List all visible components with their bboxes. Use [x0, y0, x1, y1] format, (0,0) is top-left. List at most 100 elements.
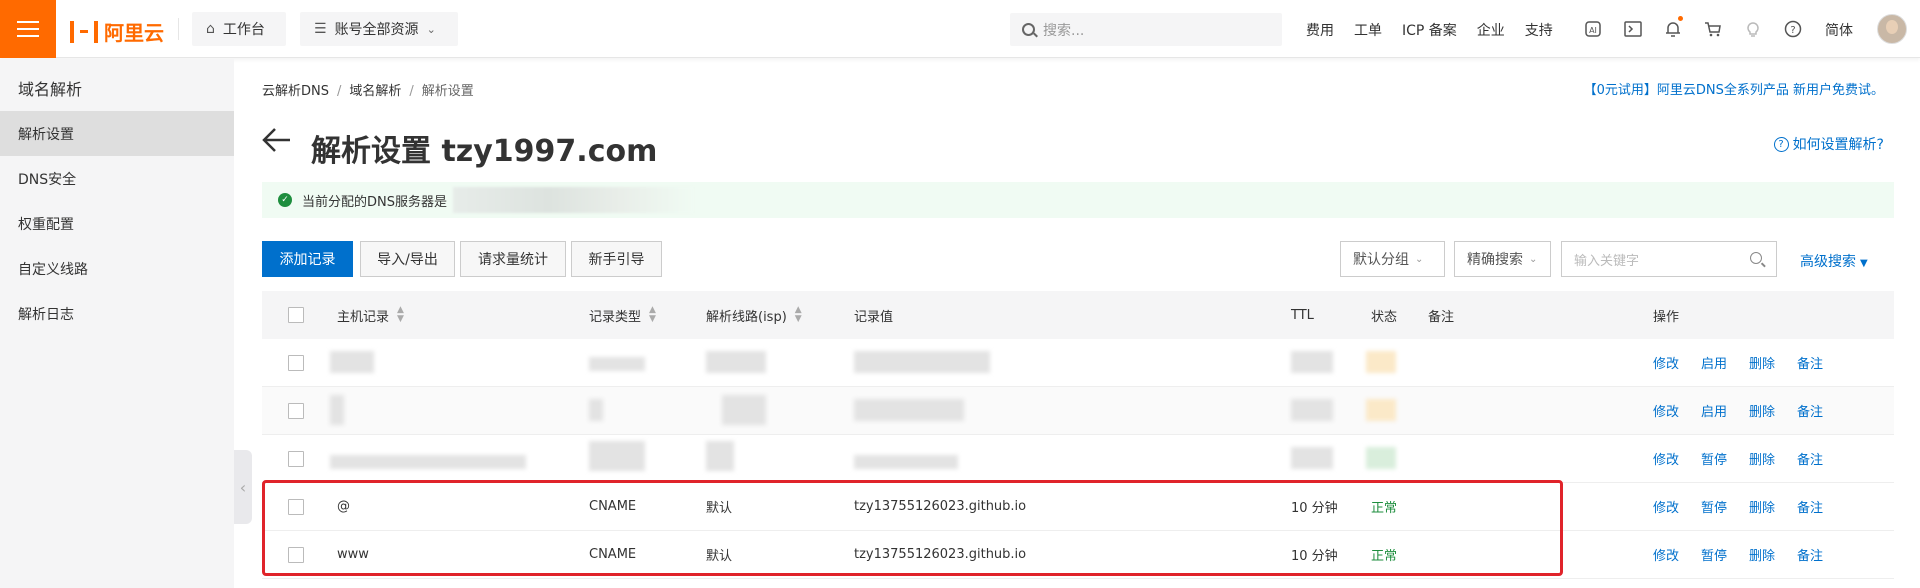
chevron-left-icon: ‹ — [239, 477, 247, 497]
column-header-ops: 操作 — [1653, 291, 1679, 339]
sidebar-item-label: 解析日志 — [18, 306, 74, 323]
add-record-button[interactable]: 添加记录 — [262, 241, 353, 277]
sidebar-collapse-button[interactable]: ‹ — [234, 450, 252, 524]
top-links: 费用 工单 ICP 备案 企业 支持 — [1306, 20, 1573, 40]
help-icon[interactable]: ? — [1782, 18, 1804, 40]
row-checkbox[interactable] — [288, 403, 304, 419]
enable-link[interactable]: 启用 — [1701, 353, 1727, 372]
edit-link[interactable]: 修改 — [1653, 353, 1679, 372]
global-search-input[interactable]: 搜索... — [1010, 13, 1282, 46]
redacted-cell — [1291, 351, 1333, 373]
match-mode-select[interactable]: 精确搜索 ⌄ — [1454, 241, 1551, 277]
workbench-button[interactable]: ⌂ 工作台 — [192, 12, 286, 46]
delete-link[interactable]: 删除 — [1749, 401, 1775, 420]
pause-link[interactable]: 暂停 — [1701, 545, 1727, 564]
row-checkbox[interactable] — [288, 547, 304, 563]
group-select-value: 默认分组 — [1353, 252, 1409, 268]
match-mode-value: 精确搜索 — [1467, 252, 1523, 268]
pause-link[interactable]: 暂停 — [1701, 497, 1727, 516]
breadcrumb-item-cloud-dns[interactable]: 云解析DNS — [262, 84, 329, 99]
lightbulb-icon[interactable] — [1742, 18, 1764, 40]
sidebar-item-weight-config[interactable]: 权重配置 — [0, 201, 234, 246]
terminal-icon[interactable] — [1622, 18, 1644, 40]
cell-ttl: 10 分钟 — [1291, 549, 1338, 564]
link-support[interactable]: 支持 — [1525, 20, 1553, 40]
group-select[interactable]: 默认分组 ⌄ — [1340, 241, 1445, 277]
row-actions: 修改 暂停 删除 备注 — [1653, 435, 1845, 482]
search-icon — [1022, 23, 1035, 36]
breadcrumb-separator: / — [409, 84, 414, 99]
enable-link[interactable]: 启用 — [1701, 401, 1727, 420]
remark-link[interactable]: 备注 — [1797, 497, 1823, 516]
row-checkbox[interactable] — [288, 499, 304, 515]
how-to-resolve-link[interactable]: ? 如何设置解析? — [1773, 134, 1884, 154]
row-checkbox[interactable] — [288, 451, 304, 467]
breadcrumb-separator: / — [337, 84, 342, 99]
aliyun-logo[interactable]: 阿里云 — [70, 17, 164, 46]
column-header-type[interactable]: 记录类型 ▲ ▼ — [589, 291, 656, 339]
sidebar-item-resolve-logs[interactable]: 解析日志 — [0, 291, 234, 336]
table-row: 修改 启用 删除 备注 — [262, 387, 1894, 435]
language-switch[interactable]: 简体 — [1825, 20, 1853, 40]
header-label: 记录类型 — [589, 309, 642, 325]
edit-link[interactable]: 修改 — [1653, 401, 1679, 420]
request-stats-button[interactable]: 请求量统计 — [460, 241, 566, 277]
remark-link[interactable]: 备注 — [1797, 401, 1823, 420]
redacted-cell — [589, 357, 645, 371]
delete-link[interactable]: 删除 — [1749, 497, 1775, 516]
delete-link[interactable]: 删除 — [1749, 545, 1775, 564]
sort-icon: ▲ ▼ — [794, 305, 802, 324]
advanced-search-link[interactable]: 高级搜索 ▼ — [1800, 251, 1868, 271]
link-enterprise[interactable]: 企业 — [1477, 20, 1505, 40]
page-title: 解析设置 tzy1997.com — [311, 134, 658, 169]
select-all-checkbox[interactable] — [288, 307, 304, 323]
bell-icon[interactable] — [1662, 16, 1684, 40]
keyword-placeholder: 输入关键字 — [1574, 253, 1640, 269]
resources-label: 账号全部资源 — [334, 22, 419, 38]
back-arrow-icon[interactable] — [262, 126, 292, 162]
menu-icon[interactable] — [0, 0, 56, 58]
ai-assistant-icon[interactable]: AI — [1582, 18, 1604, 40]
promo-link[interactable]: 【0元试用】阿里云DNS全系列产品 新用户免费试。 — [1584, 79, 1884, 98]
avatar[interactable] — [1877, 14, 1907, 44]
brand-name: 阿里云 — [104, 21, 164, 45]
remark-link[interactable]: 备注 — [1797, 449, 1823, 468]
edit-link[interactable]: 修改 — [1653, 449, 1679, 468]
header-label: TTL — [1291, 307, 1314, 323]
redacted-cell — [722, 395, 766, 425]
edit-link[interactable]: 修改 — [1653, 497, 1679, 516]
remark-link[interactable]: 备注 — [1797, 353, 1823, 372]
caret-down-icon: ▼ — [1860, 258, 1868, 269]
row-checkbox[interactable] — [288, 355, 304, 371]
pause-link[interactable]: 暂停 — [1701, 449, 1727, 468]
delete-link[interactable]: 删除 — [1749, 353, 1775, 372]
cell-line: 默认 — [706, 549, 733, 564]
redacted-cell — [854, 399, 964, 421]
redacted-cell — [330, 351, 374, 373]
edit-link[interactable]: 修改 — [1653, 545, 1679, 564]
keyword-search-input[interactable]: 输入关键字 — [1561, 241, 1777, 277]
redacted-cell — [1291, 447, 1333, 469]
search-icon[interactable] — [1750, 252, 1762, 264]
cell-value: tzy13755126023.github.io — [854, 499, 1027, 514]
import-export-button[interactable]: 导入/导出 — [360, 241, 455, 277]
redacted-cell — [330, 455, 526, 469]
redacted-cell — [854, 455, 958, 469]
resources-dropdown[interactable]: ☰ 账号全部资源 ⌄ — [300, 12, 458, 46]
delete-link[interactable]: 删除 — [1749, 449, 1775, 468]
breadcrumb-item-domain-resolve[interactable]: 域名解析 — [349, 84, 401, 99]
beginner-guide-label: 新手引导 — [588, 252, 645, 268]
sidebar-item-custom-lines[interactable]: 自定义线路 — [0, 246, 234, 291]
beginner-guide-button[interactable]: 新手引导 — [571, 241, 662, 277]
cart-icon[interactable] — [1702, 18, 1724, 40]
remark-link[interactable]: 备注 — [1797, 545, 1823, 564]
link-billing[interactable]: 费用 — [1306, 20, 1334, 40]
link-tickets[interactable]: 工单 — [1354, 20, 1382, 40]
link-icp[interactable]: ICP 备案 — [1402, 20, 1457, 40]
sidebar-item-label: 权重配置 — [18, 216, 74, 233]
sidebar-item-dns-security[interactable]: DNS安全 — [0, 156, 234, 201]
sidebar-item-resolve-settings[interactable]: 解析设置 — [0, 111, 234, 156]
column-header-host[interactable]: 主机记录 ▲ ▼ — [337, 291, 404, 339]
cell-type: CNAME — [589, 547, 637, 562]
column-header-line[interactable]: 解析线路(isp) ▲ ▼ — [706, 291, 802, 339]
